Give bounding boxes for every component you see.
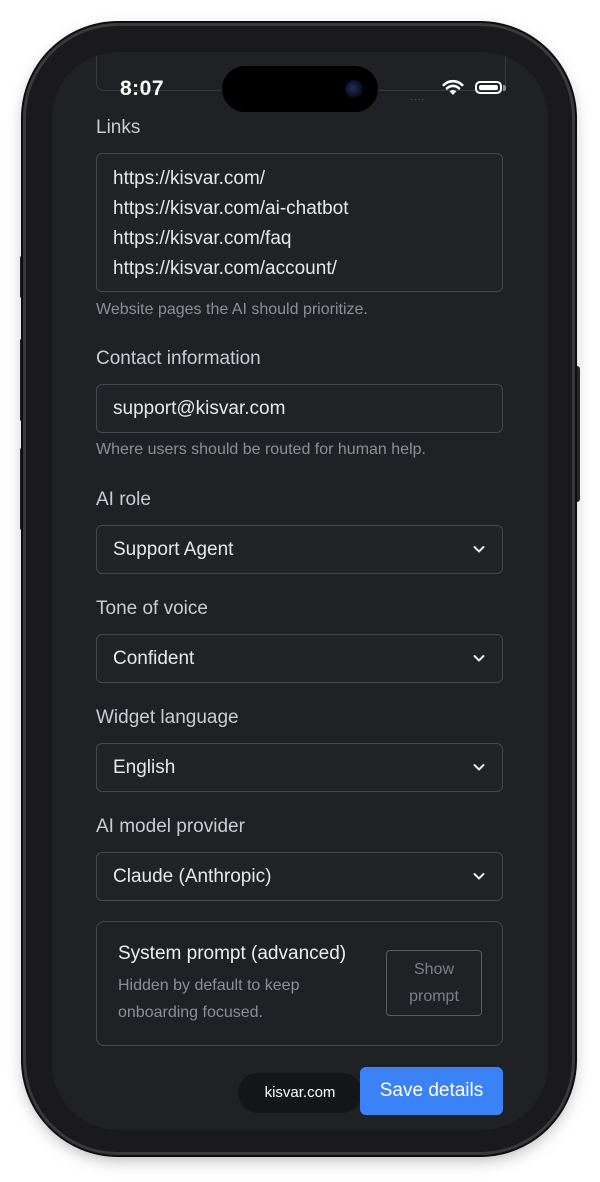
ai-role-value: Support Agent [113,539,234,560]
power-button [573,366,580,502]
provider-select[interactable]: Claude (Anthropic) [96,852,503,901]
tone-value: Confident [113,648,195,669]
save-details-button[interactable]: Save details [360,1067,503,1115]
system-prompt-title: System prompt (advanced) [118,943,347,964]
contact-hint: Where users should be routed for human h… [96,441,426,458]
links-textarea[interactable]: https://kisvar.com/ https://kisvar.com/a… [96,153,503,292]
contact-label: Contact information [96,348,261,369]
contact-input[interactable]: support@kisvar.com [96,384,503,433]
language-value: English [113,757,176,778]
tone-select[interactable]: Confident [96,634,503,683]
system-prompt-desc-line: onboarding focused. [118,1004,263,1021]
chevron-down-icon [473,764,485,771]
signal-icon: .... [410,92,426,103]
show-prompt-label-line: prompt [409,988,459,1005]
chevron-down-icon [473,546,485,553]
wifi-icon [442,79,464,95]
dynamic-island [222,66,378,112]
phone-screen: 8:07 .... Links https://kisvar.com/ http… [52,52,548,1130]
system-prompt-desc-line: Hidden by default to keep [118,977,300,994]
link-line: https://kisvar.com/faq [113,228,292,249]
battery-tip [503,85,506,91]
ai-role-select[interactable]: Support Agent [96,525,503,574]
language-select[interactable]: English [96,743,503,792]
provider-label: AI model provider [96,816,245,837]
link-line: https://kisvar.com/ai-chatbot [113,198,349,219]
tone-label: Tone of voice [96,598,208,619]
chevron-down-icon [473,655,485,662]
chevron-down-icon [473,873,485,880]
system-prompt-description: Hidden by default to keep onboarding foc… [118,972,358,1026]
link-line: https://kisvar.com/ [113,168,266,189]
battery-icon [475,81,502,94]
ai-role-label: AI role [96,489,151,510]
language-label: Widget language [96,707,239,728]
links-label: Links [96,117,141,138]
status-time: 8:07 [120,77,165,100]
link-line: https://kisvar.com/account/ [113,258,337,279]
show-prompt-label-line: Show [413,961,455,978]
system-prompt-card: System prompt (advanced) Hidden by defau… [96,921,503,1046]
links-hint: Website pages the AI should prioritize. [96,301,368,318]
provider-value: Claude (Anthropic) [113,866,272,887]
show-prompt-button[interactable]: Show prompt [386,950,482,1016]
domain-pill: kisvar.com [238,1073,362,1113]
camera-icon [345,80,363,98]
